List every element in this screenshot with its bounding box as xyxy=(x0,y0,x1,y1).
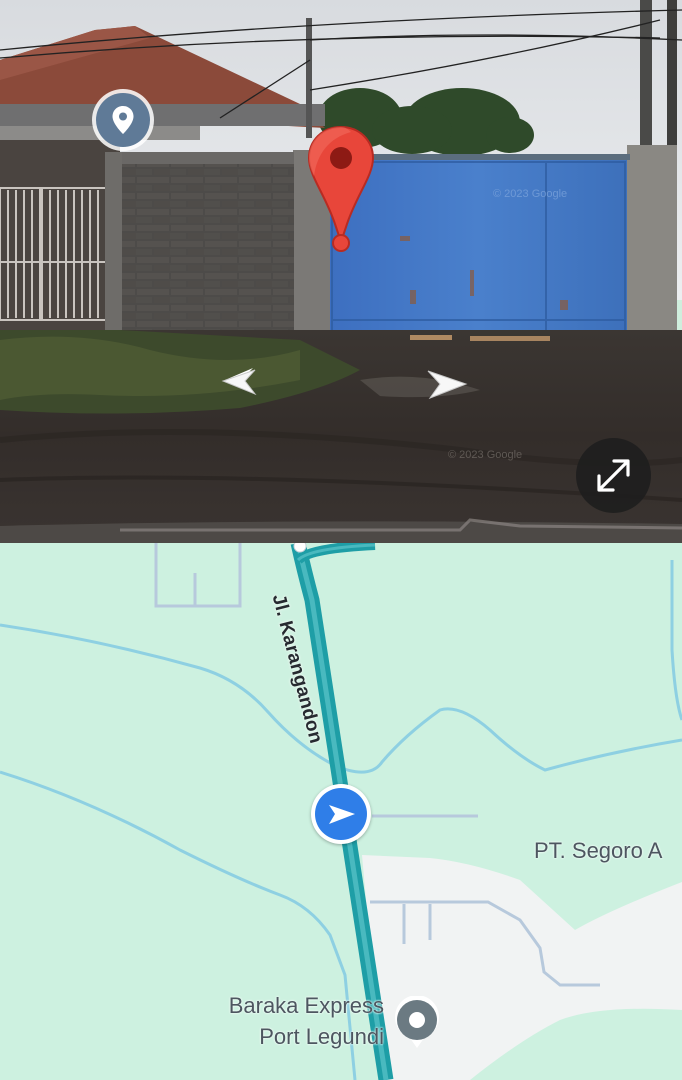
chevron-right-icon[interactable] xyxy=(422,368,472,400)
place-marker-icon[interactable] xyxy=(393,996,441,1052)
place-label-line: Baraka Express xyxy=(228,993,384,1018)
place-label[interactable]: PT. Segoro A xyxy=(534,835,662,866)
map-panel[interactable]: Jl. Karangandon PT. Segoro A Baraka Expr… xyxy=(0,543,682,1080)
location-pin-icon xyxy=(96,93,150,147)
street-view-panel[interactable]: © 2023 Google © 2023 Google xyxy=(0,0,682,543)
place-label-line: Port Legundi xyxy=(259,1024,384,1049)
watermark: © 2023 Google xyxy=(493,188,568,200)
expand-button[interactable] xyxy=(576,438,651,513)
watermark: © 2023 Google xyxy=(448,449,523,461)
navigation-arrow-icon xyxy=(315,788,367,840)
place-label[interactable]: Baraka Express Port Legundi xyxy=(190,990,384,1052)
expand-icon xyxy=(597,459,630,492)
chevron-left-icon[interactable] xyxy=(215,366,265,396)
red-map-marker-icon[interactable] xyxy=(305,124,377,254)
location-pin-button[interactable] xyxy=(92,89,154,151)
navigation-button[interactable] xyxy=(311,784,371,844)
